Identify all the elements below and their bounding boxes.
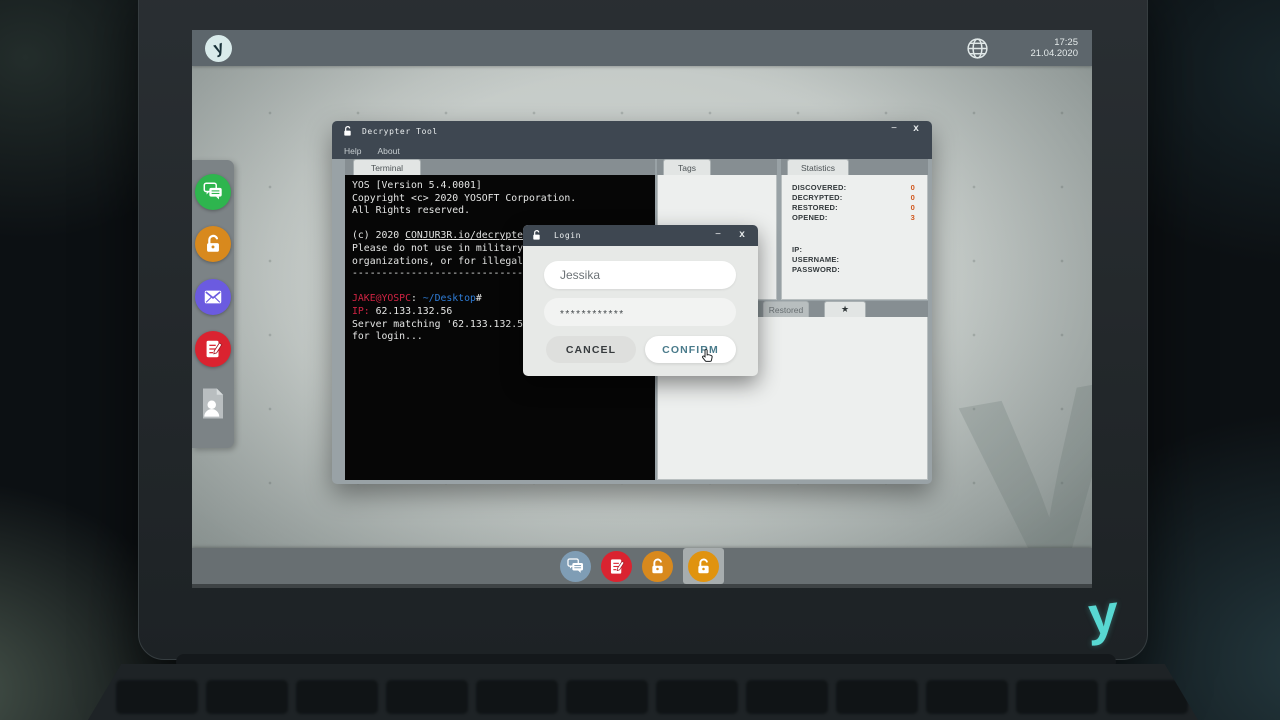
login-close-button[interactable]: x: [734, 229, 750, 240]
dock-mail-app[interactable]: [195, 279, 231, 315]
tab-tags[interactable]: Tags: [663, 159, 711, 175]
terminal-line: YOS [Version 5.4.0001]: [352, 180, 648, 193]
terminal-line: Copyright <c> 2020 YOSOFT Corporation.: [352, 193, 648, 206]
username-field[interactable]: Jessika: [544, 261, 736, 289]
dock-chat-app[interactable]: [195, 174, 231, 210]
unlock-icon: [648, 557, 667, 576]
credential-row: USERNAME:: [792, 255, 915, 265]
laptop-screen: y y 17:25 21.04.2020: [192, 30, 1092, 588]
chat-icon: [202, 181, 224, 203]
start-button[interactable]: y: [205, 35, 232, 62]
taskbar-icons: [192, 548, 1092, 584]
notes-icon: [607, 557, 626, 576]
game-scene: y y y 17:25 21.04.2020: [0, 0, 1280, 720]
menu-about[interactable]: About: [377, 146, 399, 156]
tab-favorites[interactable]: ★: [824, 301, 866, 317]
screen-bottom-strip: [192, 584, 1092, 588]
statistics-panel: DISCOVERED:0DECRYPTED:0RESTORED:0OPENED:…: [781, 175, 928, 300]
dock-notes-app[interactable]: [195, 331, 231, 367]
taskbar-notes-app[interactable]: [601, 551, 632, 582]
statistics-credentials: IP:USERNAME:PASSWORD:: [782, 223, 927, 275]
dock-contact-file[interactable]: [198, 386, 228, 420]
login-title: Login: [554, 231, 581, 240]
credential-row: IP:: [792, 245, 915, 255]
unlock-icon: [202, 233, 224, 255]
menu-help[interactable]: Help: [344, 146, 361, 156]
contact-file-icon: [198, 386, 228, 421]
chat-icon: [566, 557, 585, 576]
taskbar-active-highlight: [683, 548, 724, 584]
keyboard-keys: [88, 664, 1198, 714]
tab-terminal[interactable]: Terminal: [353, 159, 421, 175]
hand-cursor-icon: [699, 347, 716, 366]
lock-icon: [531, 229, 542, 242]
cancel-button[interactable]: CANCEL: [546, 336, 636, 363]
system-taskbar: [192, 548, 1092, 584]
unlock-icon-active: [694, 557, 713, 576]
stat-row: OPENED:3: [792, 213, 915, 223]
notes-icon: [202, 338, 224, 360]
taskbar-decrypter-app-active[interactable]: [688, 551, 719, 582]
dock-decrypter-app[interactable]: [195, 226, 231, 262]
minimize-button[interactable]: −: [886, 123, 902, 134]
mail-icon: [202, 286, 224, 308]
date: 21.04.2020: [1030, 48, 1078, 59]
password-field[interactable]: ************: [544, 298, 736, 326]
stat-row: DISCOVERED:0: [792, 183, 915, 193]
taskbar-decrypter-app[interactable]: [642, 551, 673, 582]
globe-icon[interactable]: [965, 36, 990, 61]
credential-row: PASSWORD:: [792, 265, 915, 275]
time: 17:25: [1030, 37, 1078, 48]
titlebar-row: Decrypter Tool − x: [332, 121, 932, 142]
laptop-brand-logo: y: [1087, 586, 1119, 644]
terminal-line: All Rights reserved.: [352, 205, 648, 218]
app-dock: [192, 160, 234, 448]
window-titlebar[interactable]: Decrypter Tool − x Help About: [332, 121, 932, 159]
tab-restored[interactable]: Restored: [763, 301, 809, 317]
stat-row: RESTORED:0: [792, 203, 915, 213]
login-minimize-button[interactable]: −: [710, 229, 726, 240]
os-logo-icon: y: [210, 34, 227, 62]
lock-icon: [342, 125, 353, 138]
menubar: Help About: [332, 142, 400, 159]
login-titlebar[interactable]: Login − x: [523, 225, 758, 246]
close-button[interactable]: x: [908, 123, 924, 134]
confirm-button[interactable]: CONFIRM: [645, 336, 736, 363]
login-dialog: Login − x Jessika ************ CANCEL CO…: [523, 225, 758, 376]
system-topbar: y 17:25 21.04.2020: [192, 30, 1092, 66]
laptop-keyboard: [88, 664, 1198, 720]
tab-statistics[interactable]: Statistics: [787, 159, 849, 175]
stat-row: DECRYPTED:0: [792, 193, 915, 203]
statistics-counters: DISCOVERED:0DECRYPTED:0RESTORED:0OPENED:…: [782, 175, 927, 223]
window-title: Decrypter Tool: [362, 127, 438, 136]
clock: 17:25 21.04.2020: [1030, 37, 1078, 59]
taskbar-chat-app[interactable]: [560, 551, 591, 582]
